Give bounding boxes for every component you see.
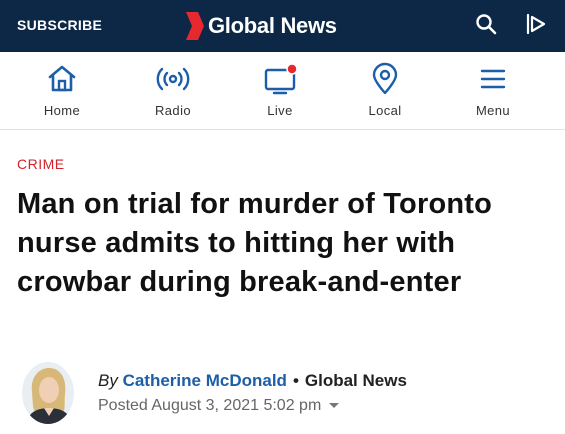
byline: By Catherine McDonald • Global News [98,371,407,391]
main-navigation: Home Radio Live Local Menu [0,52,565,130]
chevron-down-icon [329,403,340,408]
byline-by: By [98,371,118,390]
top-bar: SUBSCRIBE Global News [0,0,565,52]
nav-item-live[interactable]: Live [240,62,320,122]
article-category[interactable]: CRIME [17,156,65,172]
live-tv-icon [264,63,297,95]
search-icon[interactable] [474,12,498,36]
nav-label-home: Home [43,103,81,118]
brand-name: Global News [208,13,337,38]
article-headline: Man on trial for murder of Toronto nurse… [17,188,493,298]
nav-label-live: Live [267,103,293,118]
author-link[interactable]: Catherine McDonald [123,371,287,390]
posted-date-toggle[interactable]: Posted August 3, 2021 5:02 pm [98,397,340,415]
radio-icon [156,67,190,91]
nav-item-local[interactable]: Local [345,62,425,122]
author-avatar[interactable] [22,362,74,424]
author-photo [22,362,74,424]
hamburger-menu-icon [480,69,506,89]
nav-item-menu[interactable]: Menu [453,62,533,122]
byline-source: Global News [304,371,407,390]
global-news-logo[interactable]: Global News [184,10,337,42]
posted-date: Posted August 3, 2021 5:02 pm [98,397,322,414]
location-pin-icon [372,62,398,95]
global-news-logo-mark-icon [186,12,204,40]
subscribe-link[interactable]: SUBSCRIBE [17,17,102,33]
play-icon[interactable] [524,12,548,36]
nav-item-radio[interactable]: Radio [133,62,213,122]
nav-label-menu: Menu [475,103,511,118]
nav-label-radio: Radio [155,103,191,118]
nav-item-home[interactable]: Home [22,62,102,122]
home-icon [48,65,76,92]
nav-label-local: Local [368,103,402,118]
byline-separator: • [292,371,299,390]
